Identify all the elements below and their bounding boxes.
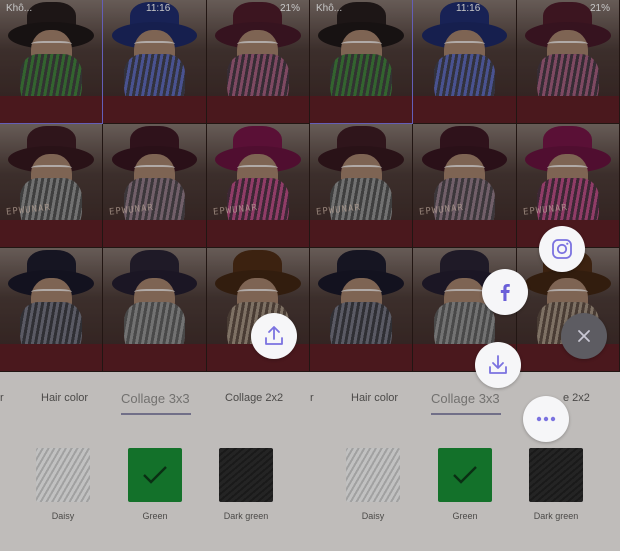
active-tab-indicator [431, 413, 501, 415]
swatch-daisy[interactable]: Daisy [343, 448, 403, 521]
collage-tile[interactable] [310, 0, 414, 124]
swatch-daisy[interactable]: Daisy [33, 448, 93, 521]
swatch-image [346, 448, 400, 502]
tab-hair-color[interactable]: Hair color [41, 392, 88, 404]
tab-hair-color[interactable]: Hair color [351, 392, 398, 404]
instagram-button[interactable] [539, 226, 585, 272]
swatch-image [36, 448, 90, 502]
swatch-green[interactable]: Green [435, 448, 495, 521]
more-options-button[interactable] [523, 396, 569, 442]
tab-collage-3x3[interactable]: Collage 3x3 [431, 391, 500, 406]
swatch-dark-green[interactable]: Dark green [215, 448, 277, 521]
collage-tile[interactable] [103, 248, 207, 372]
share-button[interactable] [251, 313, 297, 359]
collage-tile[interactable]: EPWUNAR [310, 124, 414, 248]
clock: 11:16 [456, 3, 481, 14]
swatch-image [438, 448, 492, 502]
tab-previous-partial[interactable]: r [310, 392, 314, 404]
checkmark-icon [143, 466, 167, 484]
tab-previous-partial[interactable]: r [0, 392, 4, 404]
tab-bar: r Hair color Collage 3x3 e 2x2 [310, 386, 620, 416]
swatch-image [219, 448, 273, 502]
tab-collage-2x2[interactable]: Collage 2x2 [225, 392, 283, 404]
status-bar: Khô... 11:16 21% [6, 2, 306, 16]
collage-tile[interactable] [413, 0, 517, 124]
swatch-green[interactable]: Green [125, 448, 185, 521]
clock: 11:16 [146, 3, 171, 14]
swatch-label: Dark green [223, 511, 269, 521]
collage-tile[interactable] [206, 0, 310, 124]
tab-collage-2x2[interactable]: e 2x2 [563, 392, 590, 404]
collage-tile[interactable] [310, 248, 414, 372]
status-bar: Khô... 11:16 21% [316, 2, 616, 16]
carrier-label: Khô... [316, 3, 343, 14]
tab-bar: r Hair color Collage 3x3 Collage 2x2 [0, 386, 310, 416]
download-icon [489, 355, 507, 374]
carrier-label: Khô... [6, 3, 33, 14]
facebook-button[interactable] [482, 269, 528, 315]
right-screen: EPWUNAR EPWUNAR EPWUNAR Khô... 11:16 21%… [310, 0, 620, 551]
collage-tile[interactable] [0, 248, 104, 372]
swatch-dark-green[interactable]: Dark green [525, 448, 587, 521]
swatch-label: Daisy [51, 511, 75, 521]
collage-tile[interactable] [103, 0, 207, 124]
swatch-label: Green [142, 511, 168, 521]
close-button[interactable] [561, 313, 607, 359]
collage-tile[interactable] [0, 0, 104, 124]
collage-tile[interactable]: EPWUNAR [413, 124, 517, 248]
checkmark-icon [453, 466, 477, 484]
swatch-image [128, 448, 182, 502]
collage-tile[interactable]: EPWUNAR [103, 124, 207, 248]
battery-level: 21% [589, 3, 610, 14]
upload-icon [265, 326, 283, 345]
collage-tile[interactable] [516, 0, 620, 124]
left-screen: EPWUNAR EPWUNAR EPWUNAR Khô... 11:16 21%… [0, 0, 310, 551]
swatch-label: Dark green [533, 511, 579, 521]
swatch-image [529, 448, 583, 502]
tab-collage-3x3[interactable]: Collage 3x3 [121, 391, 190, 406]
swatch-label: Daisy [361, 511, 385, 521]
swatch-label: Green [452, 511, 478, 521]
download-button[interactable] [475, 342, 521, 388]
collage-tile[interactable]: EPWUNAR [206, 124, 310, 248]
screen: EPWUNAR EPWUNAR EPWUNAR Khô... 11:16 21%… [0, 0, 620, 551]
more-dots-icon [536, 416, 556, 422]
active-tab-indicator [121, 413, 191, 415]
instagram-icon [552, 239, 572, 259]
close-icon [578, 330, 590, 342]
facebook-icon [500, 284, 510, 301]
battery-level: 21% [279, 3, 300, 14]
collage-tile[interactable]: EPWUNAR [0, 124, 104, 248]
